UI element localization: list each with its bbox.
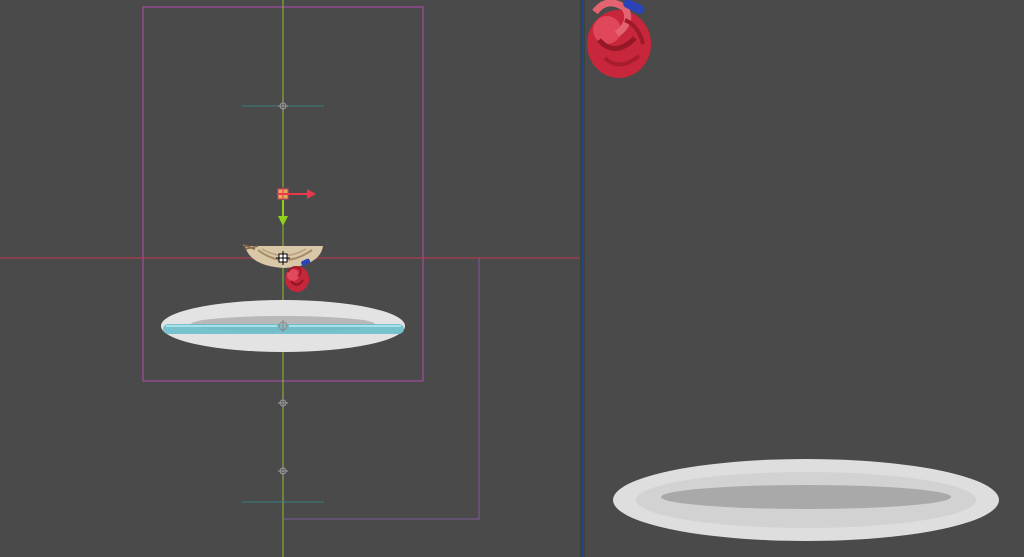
game-view[interactable]: [585, 0, 1024, 557]
move-tool-gizmo[interactable]: [277, 187, 316, 226]
move-arrow-y-icon[interactable]: [278, 216, 288, 226]
game-canvas[interactable]: [585, 0, 1024, 557]
heart-sprite-game[interactable]: [587, 0, 651, 78]
unity-editor: [0, 0, 1024, 557]
pivot-marker-lower-1[interactable]: [278, 398, 288, 408]
collider-bounds-outline: [284, 257, 480, 520]
view-divider-line: [582, 0, 584, 557]
scene-view[interactable]: [0, 0, 580, 557]
plate-sprite-game[interactable]: [613, 459, 999, 541]
scene-canvas[interactable]: [0, 0, 580, 557]
pivot-marker-top[interactable]: [278, 101, 288, 111]
move-arrow-x-icon[interactable]: [307, 189, 316, 199]
pivot-marker-lower-2[interactable]: [278, 466, 288, 476]
